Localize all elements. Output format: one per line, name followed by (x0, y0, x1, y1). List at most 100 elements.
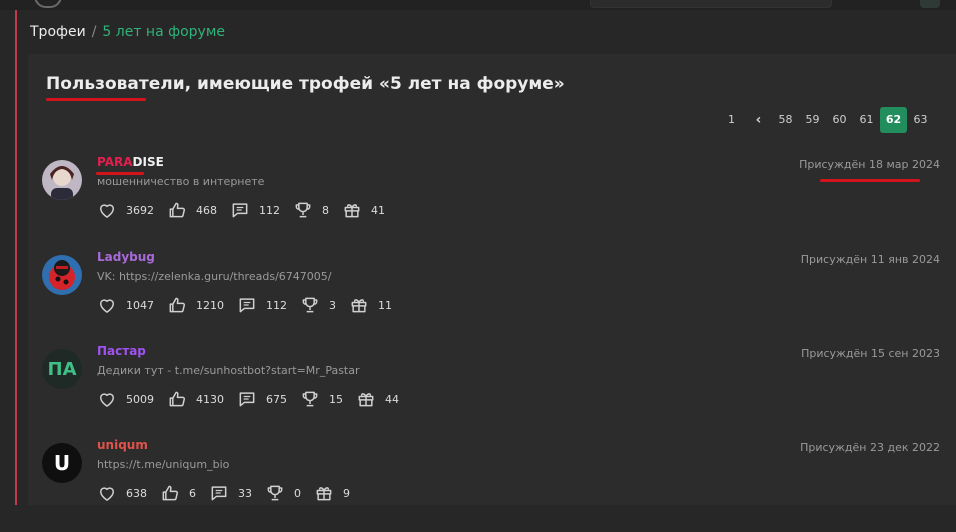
trophies-stat: 8 (293, 200, 329, 220)
user-row: U uniqum https://t.me/uniqum_bio Присужд… (28, 438, 956, 532)
sympathies-count: 1210 (196, 298, 224, 312)
sympathies-icon (160, 483, 180, 503)
username-link[interactable]: Ladybug (97, 250, 155, 264)
page-61-button[interactable]: 61 (853, 107, 880, 133)
user-stats: 638 6 33 0 9 (97, 483, 363, 503)
messages-icon (230, 200, 250, 220)
messages-icon (209, 483, 229, 503)
user-row: Ladybug VK: https://zelenka.guru/threads… (28, 250, 956, 344)
likes-stat: 5009 (97, 389, 154, 409)
likes-icon (97, 295, 117, 315)
likes-count: 3692 (126, 203, 154, 217)
messages-icon (237, 389, 257, 409)
title-annotation-underline (46, 98, 146, 101)
breadcrumb-trophies-link[interactable]: Трофеи (30, 24, 86, 40)
gifts-stat: 44 (356, 389, 399, 409)
username-part1: Ladybug (97, 250, 155, 264)
breadcrumb: Трофеи / 5 лет на форуме (30, 24, 225, 40)
likes-icon (97, 483, 117, 503)
page-60-button[interactable]: 60 (826, 107, 853, 133)
trophies-count: 0 (294, 486, 301, 500)
gifts-stat: 9 (314, 483, 350, 503)
sympathies-stat: 468 (167, 200, 217, 220)
sympathies-count: 4130 (196, 392, 224, 406)
sympathies-stat: 4130 (167, 389, 224, 409)
award-date: Присуждён 23 дек 2022 (800, 441, 940, 454)
messages-icon (237, 295, 257, 315)
username-link[interactable]: uniqum (97, 438, 148, 452)
sympathies-stat: 6 (160, 483, 196, 503)
site-logo[interactable] (34, 0, 62, 8)
sympathies-count: 468 (196, 203, 217, 217)
trophies-icon (293, 200, 313, 220)
sympathies-icon (167, 295, 187, 315)
username-part1: Пастар (97, 344, 146, 358)
user-stats: 5009 4130 675 15 44 (97, 389, 412, 409)
page-1-button[interactable]: 1 (718, 107, 745, 133)
award-date: Присуждён 18 мар 2024 (799, 158, 940, 171)
avatar[interactable] (42, 255, 82, 295)
trophies-count: 8 (322, 203, 329, 217)
sympathies-count: 6 (189, 486, 196, 500)
gifts-count: 9 (343, 486, 350, 500)
likes-count: 638 (126, 486, 147, 500)
username-link[interactable]: Пастар (97, 344, 146, 358)
user-status: Дедики тут - t.me/sunhostbot?start=Mr_Pa… (97, 364, 360, 377)
search-input[interactable] (590, 0, 832, 8)
user-stats: 3692 468 112 8 41 (97, 200, 398, 220)
gifts-icon (342, 200, 362, 220)
messages-stat: 112 (230, 200, 280, 220)
page-title: Пользователи, имеющие трофей «5 лет на ф… (46, 74, 565, 94)
username-annotation-underline (96, 172, 144, 175)
gifts-icon (314, 483, 334, 503)
pagination: 1 ‹ 58 59 60 61 62 63 (718, 107, 934, 133)
username-link[interactable]: PARADISE (97, 155, 164, 169)
likes-icon (97, 200, 117, 220)
page-62-button[interactable]: 62 (880, 107, 907, 133)
likes-count: 1047 (126, 298, 154, 312)
likes-stat: 3692 (97, 200, 154, 220)
sympathies-icon (167, 389, 187, 409)
left-annotation-line (15, 10, 17, 505)
user-status: мошенничество в интернете (97, 175, 265, 188)
page-58-button[interactable]: 58 (772, 107, 799, 133)
trophies-count: 3 (329, 298, 336, 312)
chevron-left-icon[interactable]: ‹ (745, 107, 772, 133)
messages-count: 112 (259, 203, 280, 217)
award-date: Присуждён 15 сен 2023 (801, 347, 940, 360)
user-status: VK: https://zelenka.guru/threads/6747005… (97, 270, 332, 283)
avatar[interactable]: U (42, 443, 82, 483)
gifts-stat: 41 (342, 200, 385, 220)
page-63-button[interactable]: 63 (907, 107, 934, 133)
likes-icon (97, 389, 117, 409)
avatar[interactable] (42, 160, 82, 200)
gifts-icon (356, 389, 376, 409)
trophies-count: 15 (329, 392, 343, 406)
gifts-count: 11 (378, 298, 392, 312)
username-part2: DISE (132, 155, 164, 169)
trophies-icon (265, 483, 285, 503)
user-stats: 1047 1210 112 3 11 (97, 295, 405, 315)
messages-stat: 675 (237, 389, 287, 409)
user-row: PARADISE мошенничество в интернете Прису… (28, 155, 956, 249)
avatar[interactable]: ПА (42, 349, 82, 389)
gifts-count: 41 (371, 203, 385, 217)
messages-stat: 33 (209, 483, 252, 503)
gifts-stat: 11 (349, 295, 392, 315)
messages-stat: 112 (237, 295, 287, 315)
breadcrumb-current[interactable]: 5 лет на форуме (102, 24, 225, 40)
date-annotation-underline (820, 179, 920, 182)
gifts-icon (349, 295, 369, 315)
trophies-stat: 15 (300, 389, 343, 409)
likes-stat: 638 (97, 483, 147, 503)
account-avatar[interactable] (920, 0, 940, 8)
username-part1: uniqum (97, 438, 148, 452)
top-navigation-bar (0, 0, 956, 10)
trophies-stat: 0 (265, 483, 301, 503)
trophies-icon (300, 295, 320, 315)
sympathies-icon (167, 200, 187, 220)
messages-count: 33 (238, 486, 252, 500)
user-status: https://t.me/uniqum_bio (97, 458, 230, 471)
trophies-icon (300, 389, 320, 409)
page-59-button[interactable]: 59 (799, 107, 826, 133)
